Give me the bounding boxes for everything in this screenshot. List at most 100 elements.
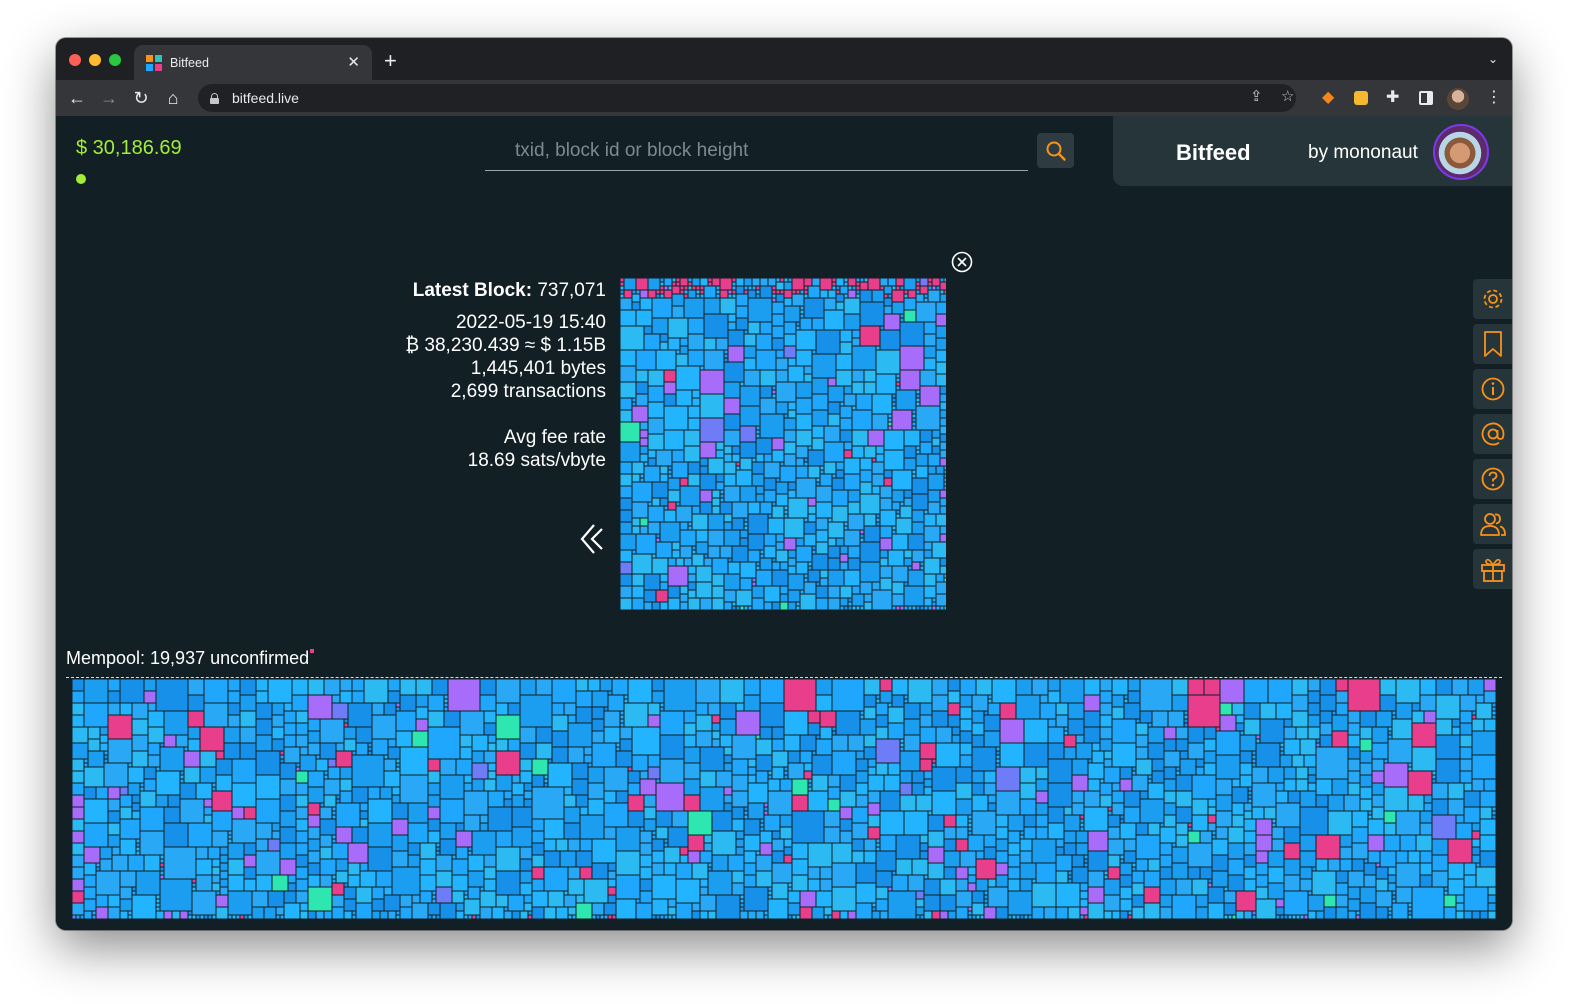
block-tx-square[interactable] xyxy=(896,374,900,378)
block-tx-square[interactable] xyxy=(684,298,704,318)
block-tx-square[interactable] xyxy=(676,390,692,406)
mempool-tx-square[interactable] xyxy=(1164,791,1176,803)
mempool-tx-square[interactable] xyxy=(684,779,700,795)
mempool-tx-square[interactable] xyxy=(840,831,852,843)
mempool-tx-square[interactable] xyxy=(1008,815,1024,831)
block-tx-square[interactable] xyxy=(640,422,648,430)
block-tx-square[interactable] xyxy=(664,286,668,290)
mempool-tx-square[interactable] xyxy=(1296,779,1308,791)
mempool-tx-square[interactable] xyxy=(780,827,792,839)
mempool-tx-square[interactable] xyxy=(72,771,84,783)
mempool-tx-square[interactable] xyxy=(664,843,668,847)
mempool-tx-square[interactable] xyxy=(1472,719,1484,731)
block-tx-square[interactable] xyxy=(648,522,660,534)
mempool-tx-square[interactable] xyxy=(1220,715,1236,731)
mempool-tx-square[interactable] xyxy=(348,703,372,727)
mempool-tx-square[interactable] xyxy=(696,715,712,731)
mempool-tx-square[interactable] xyxy=(332,839,336,843)
mempool-tx-square[interactable] xyxy=(372,739,388,755)
mempool-tx-square[interactable] xyxy=(628,771,640,783)
block-tx-square[interactable] xyxy=(860,538,864,542)
mempool-tx-square[interactable] xyxy=(988,887,1008,907)
mempool-tx-square[interactable] xyxy=(1308,891,1312,895)
mempool-tx-square[interactable] xyxy=(1344,795,1360,811)
mempool-tx-square[interactable] xyxy=(132,887,136,891)
mempool-tx-square[interactable] xyxy=(608,863,616,871)
mempool-tx-square[interactable] xyxy=(276,907,284,915)
mempool-tx-square[interactable] xyxy=(572,779,588,795)
block-tx-square[interactable] xyxy=(648,290,656,298)
mempool-tx-square[interactable] xyxy=(368,823,392,847)
mempool-tx-square[interactable] xyxy=(656,811,672,827)
block-tx-square[interactable] xyxy=(620,586,632,598)
mempool-tx-square[interactable] xyxy=(1036,767,1048,779)
mempool-tx-square[interactable] xyxy=(756,755,772,771)
mempool-tx-square[interactable] xyxy=(132,803,140,811)
block-tx-square[interactable] xyxy=(932,286,936,290)
block-tx-square[interactable] xyxy=(924,606,928,610)
mempool-tx-square[interactable] xyxy=(452,855,456,859)
mempool-tx-square[interactable] xyxy=(1204,751,1216,763)
mempool-tx-square[interactable] xyxy=(800,735,816,751)
mempool-tx-square[interactable] xyxy=(396,767,400,771)
mempool-tx-square[interactable] xyxy=(132,703,148,719)
mempool-tx-square[interactable] xyxy=(940,911,948,919)
mempool-tx-square[interactable] xyxy=(1284,779,1296,791)
mempool-tx-square[interactable] xyxy=(796,915,800,919)
block-tx-square[interactable] xyxy=(896,390,916,410)
mempool-tx-square[interactable] xyxy=(400,907,412,919)
mempool-tx-square[interactable] xyxy=(532,855,544,867)
block-tx-square[interactable] xyxy=(884,470,892,478)
mempool-tx-square[interactable] xyxy=(512,783,524,795)
block-tx-square[interactable] xyxy=(732,546,748,562)
mempool-tx-square[interactable] xyxy=(672,811,688,827)
mempool-tx-square[interactable] xyxy=(1252,763,1256,767)
block-tx-square[interactable] xyxy=(936,466,944,474)
block-tx-square[interactable] xyxy=(860,470,872,482)
mempool-tx-square[interactable] xyxy=(976,915,980,919)
block-tx-square[interactable] xyxy=(916,402,920,406)
block-tx-square[interactable] xyxy=(824,462,836,474)
mempool-tx-square[interactable] xyxy=(928,831,944,847)
mempool-tx-square[interactable] xyxy=(220,847,228,855)
mempool-tx-square[interactable] xyxy=(920,843,928,851)
mempool-tx-square[interactable] xyxy=(1080,815,1084,819)
block-tx-square[interactable] xyxy=(928,490,940,502)
block-tx-square[interactable] xyxy=(800,314,804,318)
block-tx-square[interactable] xyxy=(788,590,800,602)
mempool-tx-square[interactable] xyxy=(1136,719,1140,723)
mempool-tx-square[interactable] xyxy=(256,875,272,891)
mempool-tx-square[interactable] xyxy=(872,911,880,919)
block-tx-square[interactable] xyxy=(760,558,772,570)
mempool-tx-square[interactable] xyxy=(188,823,212,847)
mempool-tx-square[interactable] xyxy=(1160,827,1176,843)
block-tx-square[interactable] xyxy=(880,330,900,350)
block-tx-square[interactable] xyxy=(836,278,844,286)
mempool-tx-square[interactable] xyxy=(856,759,868,771)
block-tx-square[interactable] xyxy=(620,422,640,442)
mempool-tx-square[interactable] xyxy=(252,907,264,919)
mempool-tx-square[interactable] xyxy=(852,823,868,839)
mempool-tx-square[interactable] xyxy=(1432,815,1456,839)
block-tx-square[interactable] xyxy=(928,290,940,302)
block-tx-square[interactable] xyxy=(900,502,904,506)
mempool-tx-square[interactable] xyxy=(556,907,568,919)
mempool-tx-square[interactable] xyxy=(824,907,832,915)
mempool-tx-square[interactable] xyxy=(644,795,656,807)
block-tx-square[interactable] xyxy=(828,522,844,538)
block-tx-square[interactable] xyxy=(652,498,660,506)
mempool-tx-square[interactable] xyxy=(496,775,512,791)
mempool-tx-square[interactable] xyxy=(768,891,772,895)
mempool-tx-square[interactable] xyxy=(876,715,888,727)
mempool-tx-square[interactable] xyxy=(280,827,296,843)
mempool-tx-square[interactable] xyxy=(336,803,360,827)
mempool-tx-square[interactable] xyxy=(856,771,868,783)
binance-extension-icon[interactable] xyxy=(1354,91,1368,105)
mempool-tx-square[interactable] xyxy=(760,703,784,727)
mempool-tx-square[interactable] xyxy=(712,811,732,831)
block-tx-square[interactable] xyxy=(816,586,828,598)
mempool-tx-square[interactable] xyxy=(428,915,432,919)
block-tx-square[interactable] xyxy=(700,418,724,442)
block-tx-square[interactable] xyxy=(856,294,860,298)
block-tx-square[interactable] xyxy=(676,506,692,522)
